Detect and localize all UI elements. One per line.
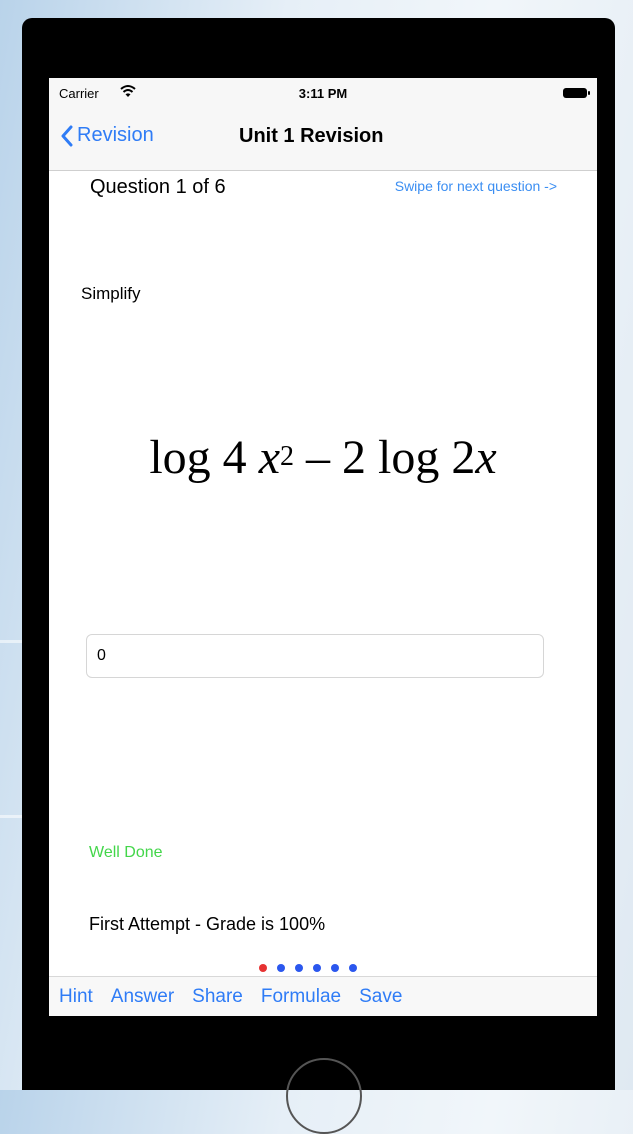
status-time: 3:11 PM bbox=[298, 86, 348, 101]
grade-text: First Attempt - Grade is 100% bbox=[89, 914, 326, 934]
page-dot[interactable] bbox=[295, 964, 303, 972]
equation-term: log 4 bbox=[149, 431, 247, 484]
status-bar: Carrier 3:11 PM bbox=[49, 78, 597, 108]
question-prompt: Simplify bbox=[81, 284, 141, 303]
navigation-bar: Revision Unit 1 Revision bbox=[49, 108, 597, 171]
page-title: Unit 1 Revision bbox=[239, 125, 384, 147]
page-dot[interactable] bbox=[331, 964, 339, 972]
back-button-label: Revision bbox=[77, 124, 154, 146]
equation-variable: x bbox=[258, 431, 280, 484]
question-equation: log 4 x2 – 2 log 2x bbox=[49, 430, 597, 485]
page-dot[interactable] bbox=[313, 964, 321, 972]
hint-button[interactable]: Hint bbox=[59, 986, 93, 1008]
equation-exponent: 2 bbox=[280, 441, 294, 472]
battery-icon bbox=[563, 88, 590, 98]
app-screen: Carrier 3:11 PM Revision Unit 1 Revision… bbox=[49, 78, 597, 1016]
equation-term: – 2 log 2 bbox=[306, 431, 476, 484]
page-dot[interactable] bbox=[259, 964, 267, 972]
feedback-message: Well Done bbox=[89, 844, 163, 861]
page-indicator[interactable] bbox=[259, 964, 357, 972]
save-button[interactable]: Save bbox=[359, 986, 402, 1008]
page-dot[interactable] bbox=[349, 964, 357, 972]
question-counter: Question 1 of 6 bbox=[90, 176, 226, 198]
page-dot[interactable] bbox=[277, 964, 285, 972]
formulae-button[interactable]: Formulae bbox=[261, 986, 341, 1008]
home-button[interactable] bbox=[286, 1058, 362, 1134]
equation-variable: x bbox=[475, 431, 497, 484]
swipe-hint: Swipe for next question -> bbox=[394, 178, 557, 194]
bottom-toolbar: Hint Answer Share Formulae Save bbox=[49, 976, 597, 1016]
answer-input[interactable] bbox=[86, 634, 544, 678]
back-button[interactable]: Revision bbox=[61, 124, 154, 147]
answer-button[interactable]: Answer bbox=[111, 986, 174, 1008]
share-button[interactable]: Share bbox=[192, 986, 243, 1008]
chevron-left-icon bbox=[61, 125, 73, 146]
